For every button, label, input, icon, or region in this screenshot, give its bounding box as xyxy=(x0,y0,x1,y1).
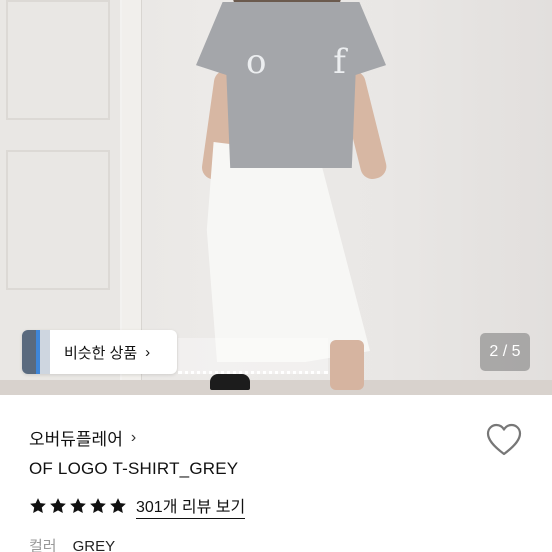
product-image[interactable]: o f 비슷한 상품 › 2 / 5 xyxy=(0,0,552,395)
reviews-link[interactable]: 301개 리뷰 보기 xyxy=(136,493,246,519)
option-value: GREY xyxy=(72,538,116,552)
color-option-row: 컬러 GREY xyxy=(29,535,115,552)
background-floor xyxy=(0,380,552,395)
option-label: 컬러 xyxy=(29,538,57,552)
star-icon xyxy=(30,498,46,514)
model-skirt xyxy=(206,142,370,362)
model-skirt-lace xyxy=(178,338,328,374)
similar-products-label: 비슷한 상품 xyxy=(64,344,138,362)
similar-products-thumbnail xyxy=(22,330,50,374)
brand-name: 오버듀플레어 xyxy=(29,430,123,449)
star-icon xyxy=(90,498,106,514)
tshirt-logo-print: o f xyxy=(246,42,374,82)
similar-products-button[interactable]: 비슷한 상품 › xyxy=(22,330,177,374)
star-icon xyxy=(50,498,66,514)
rating-stars xyxy=(29,497,127,515)
chevron-right-icon: › xyxy=(145,343,151,361)
model-legs xyxy=(330,340,364,390)
image-counter: 2 / 5 xyxy=(480,333,530,371)
brand-link[interactable]: 오버듀플레어 › xyxy=(29,425,136,450)
star-icon xyxy=(110,498,126,514)
star-icon xyxy=(70,498,86,514)
heart-outline-icon[interactable] xyxy=(486,423,522,457)
product-title: OF LOGO T-SHIRT_GREY xyxy=(29,459,239,478)
model-shoe xyxy=(210,374,250,390)
rating-row: 301개 리뷰 보기 xyxy=(29,493,246,519)
chevron-right-icon: › xyxy=(130,428,137,446)
